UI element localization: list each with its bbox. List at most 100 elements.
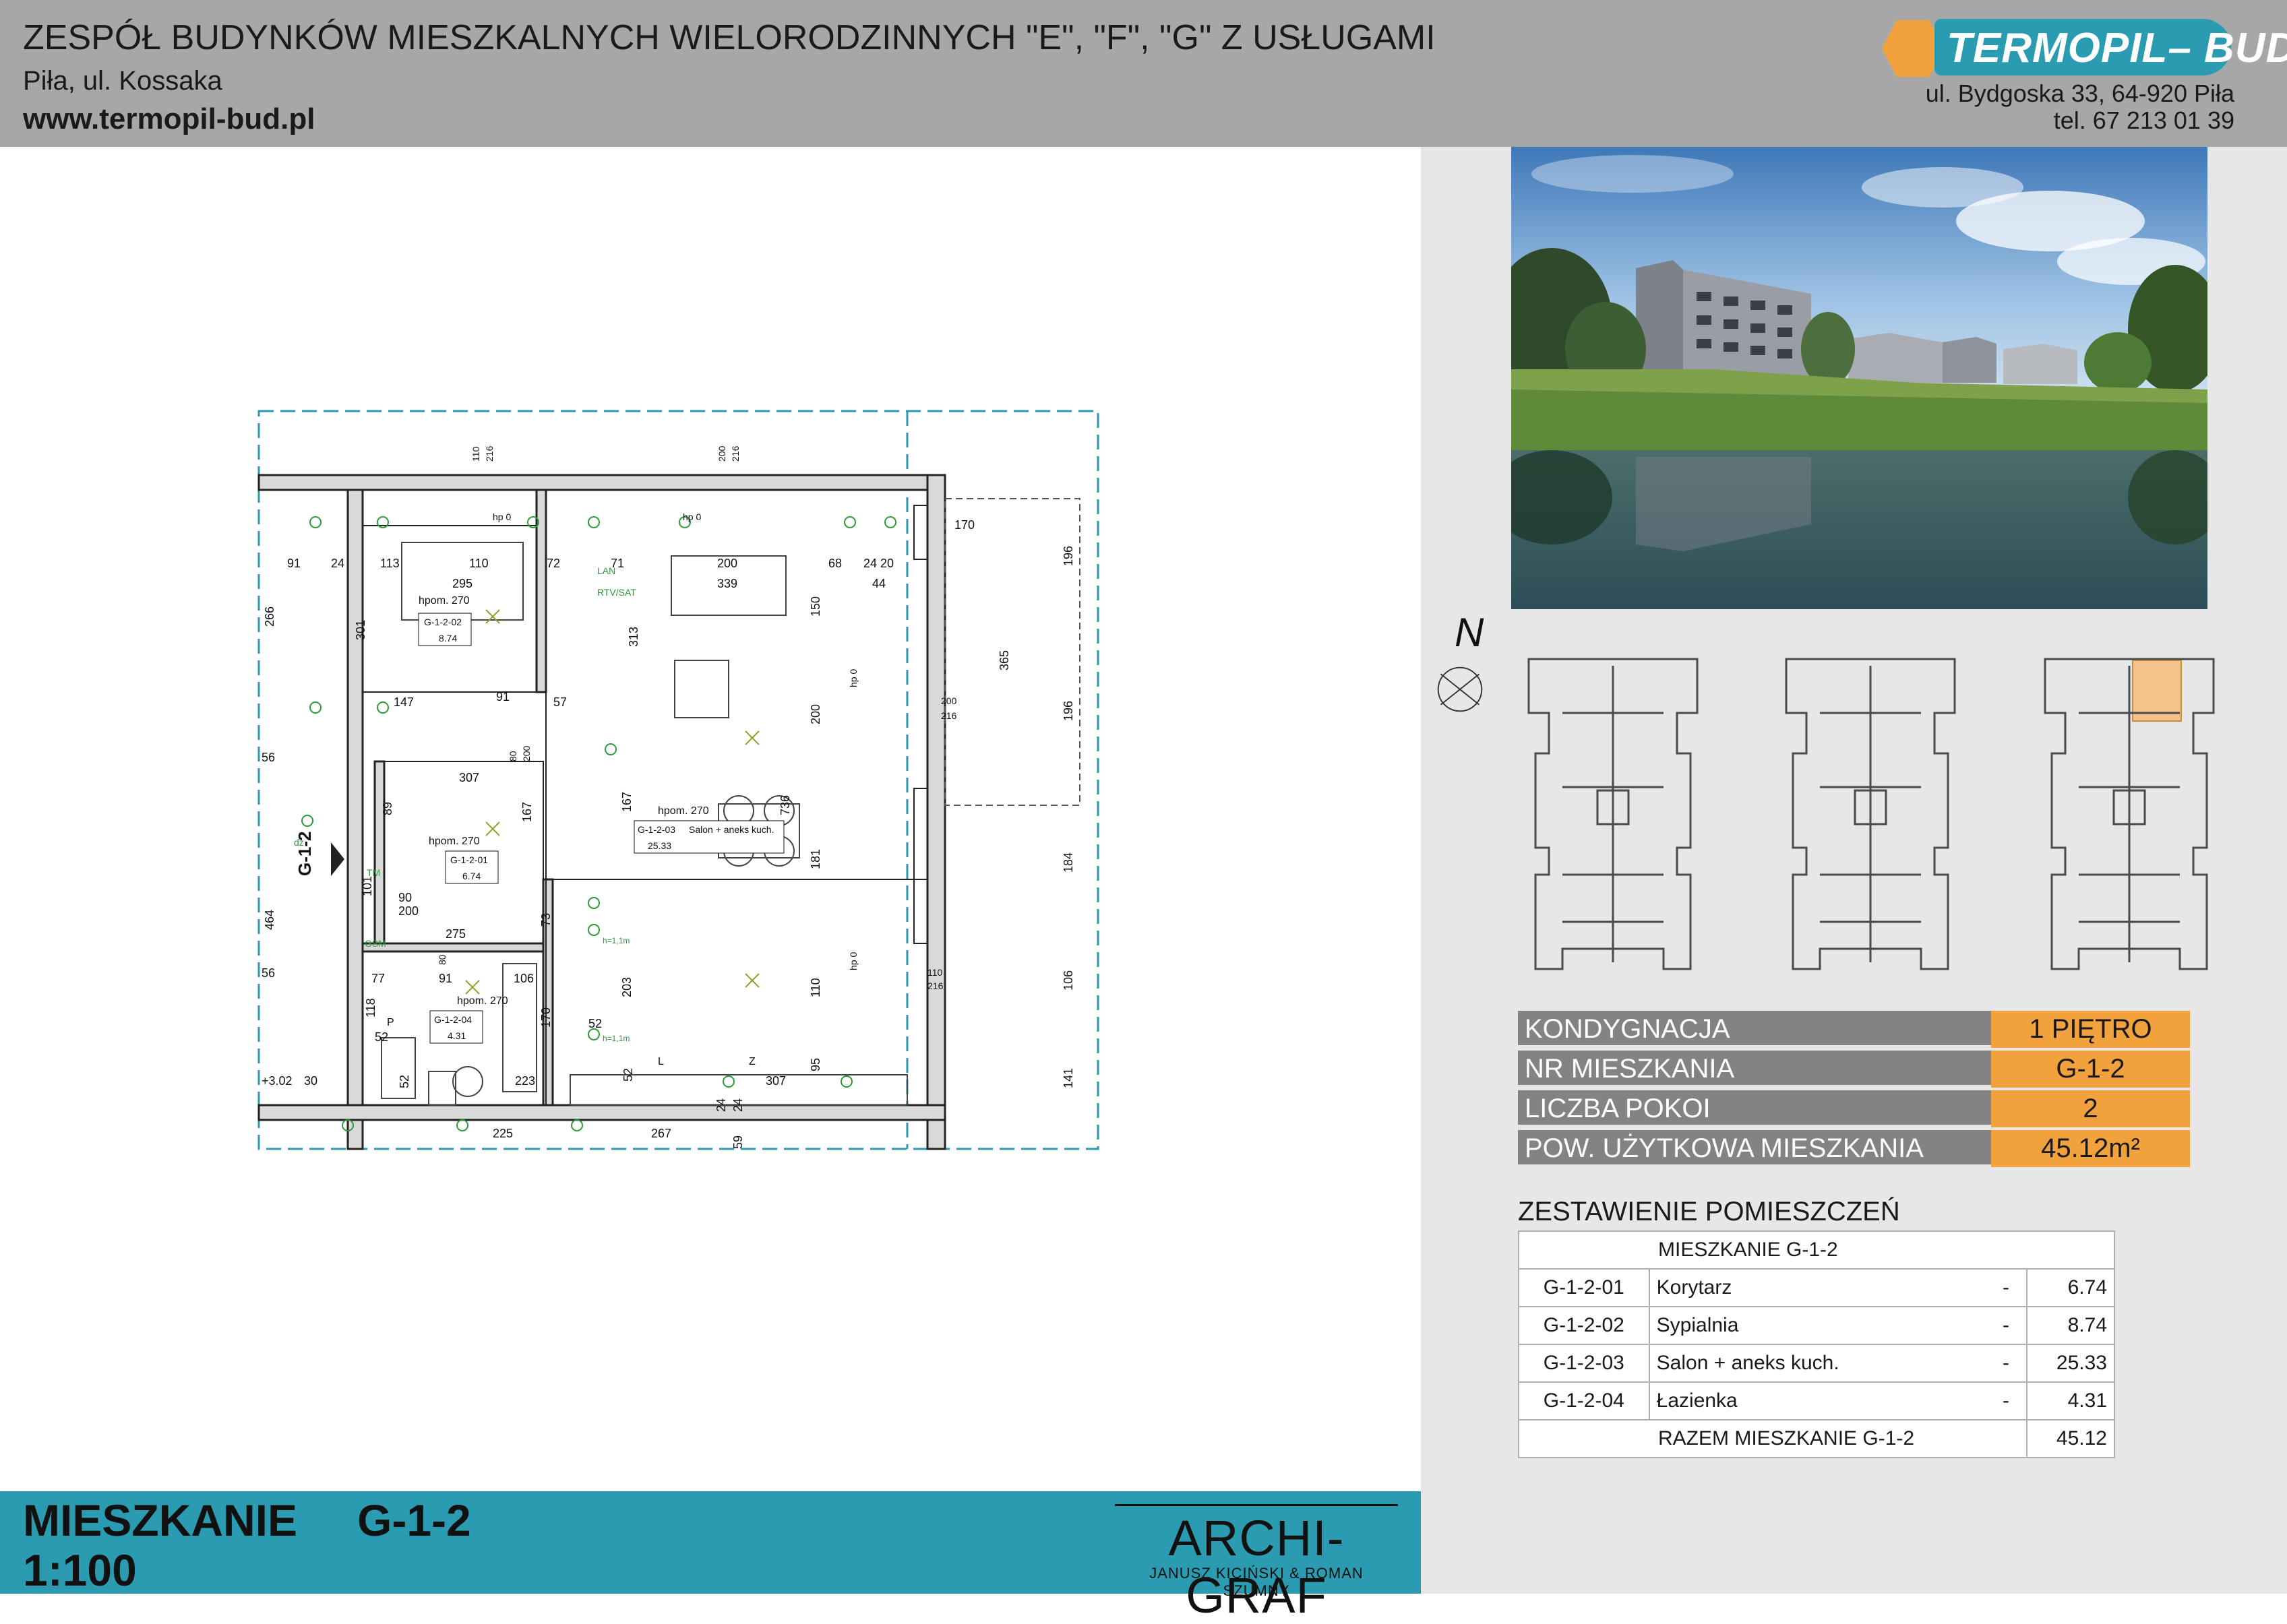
room-code-label: G-1-2-04 [434, 1014, 472, 1025]
dimension-label: 267 [651, 1127, 671, 1140]
room-name: Sypialnia [1648, 1306, 1986, 1345]
dimension-label: 216 [730, 445, 741, 462]
plan-letter: Z [749, 1056, 756, 1067]
room-area-label: 4.31 [448, 1030, 466, 1041]
dimension-label: 110 [469, 557, 489, 570]
hp-label: hp 0 [493, 511, 511, 522]
dimension-label: +3.02 [262, 1074, 293, 1088]
dimension-label: 216 [484, 445, 495, 462]
room-name-label: Salon + aneks kuch. [689, 824, 774, 835]
rooms-total-area: 45.12 [2025, 1419, 2116, 1458]
dimension-label: 301 [354, 620, 367, 640]
north-label: N [1455, 610, 1484, 655]
dimension-label: 52 [588, 1017, 602, 1030]
dimension-label: 200 [941, 695, 957, 706]
dimension-label: 80 [508, 751, 518, 761]
lan-label: LAN [597, 565, 615, 576]
dimension-label: 95 [809, 1058, 822, 1071]
dimension-label: 110 [470, 446, 481, 462]
project-location: Piła, ul. Kossaka [23, 66, 222, 96]
dimension-label: 110 [927, 967, 943, 978]
info-label: LICZBA POKOI [1518, 1090, 1991, 1127]
room-height-label: hpom. 270 [457, 995, 508, 1007]
dimension-label: 147 [394, 695, 414, 709]
dimension-label: 216 [927, 980, 944, 991]
info-value: 45.12m² [1991, 1130, 2190, 1170]
dimension-label: 464 [263, 910, 276, 930]
dimension-label: 90 [398, 891, 412, 904]
dimension-label: 313 [627, 627, 640, 647]
dimension-label: 295 [452, 577, 472, 590]
room-code-label: G-1-2-03 [638, 824, 675, 835]
drawing-scale: 1:100 [23, 1545, 137, 1595]
rooms-table: MIESZKANIE G-1-2 G-1-2-01 Korytarz - 6.7… [1518, 1230, 2116, 1458]
dimension-label: 80 [437, 954, 448, 965]
room-area-label: 25.33 [648, 840, 671, 851]
dimension-label: 52 [398, 1075, 411, 1088]
rooms-table-header-row: MIESZKANIE G-1-2 [1518, 1230, 2115, 1270]
dimension-label: 106 [514, 972, 534, 985]
dimension-label: 275 [446, 927, 466, 941]
room-area: 6.74 [2025, 1268, 2116, 1307]
room-code-label: G-1-2-01 [450, 854, 488, 865]
dimension-label: 91 [439, 972, 452, 985]
info-row-usable-area: POW. UŻYTKOWA MIESZKANIA 45.12m² [1518, 1130, 2192, 1170]
dimension-label: 24 [863, 557, 877, 570]
dimension-label: 24 [331, 557, 344, 570]
dimension-label: 167 [520, 802, 534, 822]
dimension-label: 167 [620, 792, 634, 812]
rooms-table-title: ZESTAWIENIE POMIESZCZEŃ [1518, 1197, 1900, 1226]
dimension-label: 223 [515, 1074, 535, 1088]
room-name: Łazienka [1648, 1381, 1986, 1420]
architect-logo-rule [1115, 1504, 1398, 1506]
room-area: 8.74 [2025, 1306, 2116, 1345]
room-name: Salon + aneks kuch. [1648, 1344, 1986, 1383]
height-note: h=1,1m [603, 1034, 630, 1043]
table-row: G-1-2-01 Korytarz - 6.74 [1518, 1268, 2116, 1307]
rooms-table-total-row: RAZEM MIESZKANIE G-1-2 45.12 [1518, 1419, 2116, 1458]
info-value: 2 [1991, 1090, 2190, 1130]
dimension-label: 20 [880, 557, 894, 570]
dimension-label: 200 [398, 904, 419, 918]
info-row-apartment-number: NR MIESZKANIA G-1-2 [1518, 1051, 2192, 1090]
key-plan-building-g [2044, 658, 2215, 970]
info-row-floor: KONDYGNACJA 1 PIĘTRO [1518, 1011, 2192, 1051]
height-note: h=1,1m [603, 936, 630, 945]
dimension-label: 150 [809, 596, 822, 617]
room-height-label: hpom. 270 [419, 595, 470, 606]
info-row-room-count: LICZBA POKOI 2 [1518, 1090, 2192, 1130]
company-address: ul. Bydgoska 33, 64-920 Piła [1925, 80, 2234, 107]
dimension-label: 72 [547, 557, 560, 570]
dimension-label: 307 [766, 1074, 786, 1088]
room-area-label: 8.74 [439, 633, 457, 644]
dimension-label: 24 [714, 1098, 728, 1112]
room-dash: - [1986, 1306, 2027, 1345]
dimension-label: 56 [262, 751, 275, 764]
room-dash: - [1986, 1268, 2027, 1307]
dimension-label: 141 [1062, 1068, 1075, 1088]
building-rendering-image [1511, 147, 2207, 609]
table-row: G-1-2-04 Łazienka - 4.31 [1518, 1381, 2116, 1420]
room-area: 25.33 [2025, 1344, 2116, 1383]
dimension-label: 200 [716, 445, 727, 462]
info-value: 1 PIĘTRO [1991, 1011, 2190, 1051]
dimension-label: 307 [459, 771, 479, 784]
website-link[interactable]: www.termopil-bud.pl [23, 102, 315, 136]
table-row: G-1-2-03 Salon + aneks kuch. - 25.33 [1518, 1344, 2116, 1383]
company-phone: tel. 67 213 01 39 [2053, 106, 2234, 134]
room-dash: - [1986, 1344, 2027, 1383]
dimension-label: 181 [809, 849, 822, 869]
company-logo: TERMOPIL– BUD [1947, 25, 2287, 71]
dimension-label: 106 [1062, 970, 1075, 991]
room-area-label: 6.74 [462, 871, 481, 881]
dimension-label: 52 [621, 1068, 635, 1082]
tvsat-label: RTV/SAT [597, 587, 636, 598]
key-plan-building-f [1785, 658, 1956, 970]
key-plan-building-e [1527, 658, 1699, 970]
info-label: NR MIESZKANIA [1518, 1051, 1991, 1088]
rooms-total-label: RAZEM MIESZKANIE G-1-2 [1518, 1419, 2027, 1458]
dimension-label: 339 [717, 577, 737, 590]
dz-label: dz [294, 837, 304, 848]
dimension-label: 77 [371, 972, 385, 985]
dimension-label: 736 [779, 795, 792, 815]
